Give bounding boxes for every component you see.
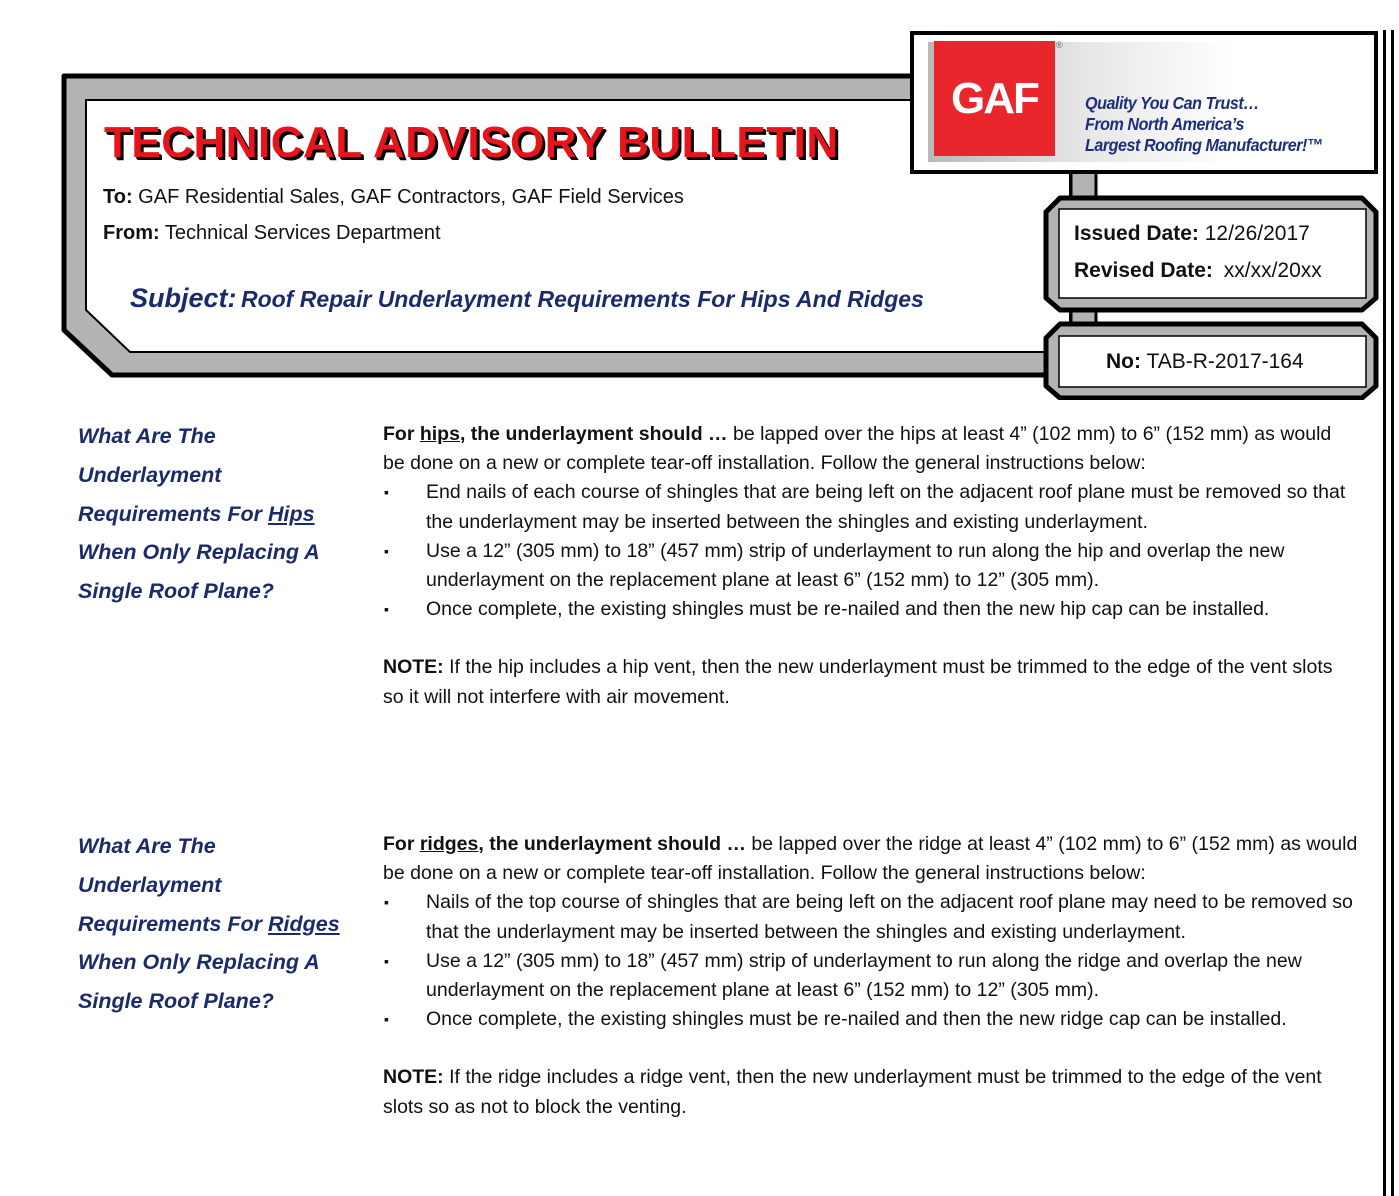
question-line: When Only Replacing A xyxy=(78,950,320,975)
logo-tagline: Quality You Can Trust… From North Americ… xyxy=(1085,93,1323,156)
answer-ridges: For ridges, the underlayment should … be… xyxy=(383,830,1358,1122)
to-label: To: xyxy=(103,186,133,208)
number-value: TAB-R-2017-164 xyxy=(1146,350,1304,373)
revised-date: Revised Date: xx/xx/20xx xyxy=(1074,259,1322,283)
question-line: Underlayment xyxy=(78,872,222,897)
tagline-line-3: Largest Roofing Manufacturer!™ xyxy=(1085,135,1323,155)
number-label: No: xyxy=(1106,350,1141,373)
tagline-line-1: Quality You Can Trust… xyxy=(1085,93,1259,113)
question-line: When Only Replacing A xyxy=(78,540,320,565)
question-line: Underlayment xyxy=(78,462,222,487)
revised-label: Revised Date: xyxy=(1074,259,1213,282)
subject-label: Subject: xyxy=(130,283,237,313)
list-item: ▪ Once complete, the existing shingles mu… xyxy=(383,595,1358,624)
list-item: ▪ Nails of the top course of shingles tha… xyxy=(383,888,1358,946)
bulletin-title: TECHNICAL ADVISORY BULLETIN xyxy=(104,118,839,167)
bullet-icon: ▪ xyxy=(384,952,389,969)
list-item: ▪ End nails of each course of shingles th… xyxy=(383,478,1358,536)
question-line: Single Roof Plane? xyxy=(78,579,274,604)
list-item: ▪ Use a 12” (305 mm) to 18” (457 mm) stri… xyxy=(383,947,1358,1005)
question-ridges: What Are The Underlayment Requirements F… xyxy=(78,827,368,1021)
note-text: If the hip includes a hip vent, then the… xyxy=(383,656,1333,708)
question-line: What Are The xyxy=(78,424,216,448)
intro-keyword: hips xyxy=(419,423,460,445)
question-hips: What Are The Underlayment Requirements F… xyxy=(78,417,368,611)
subject-line: Subject: Roof Repair Underlayment Requir… xyxy=(130,283,924,314)
from-label: From: xyxy=(103,222,160,244)
issued-label: Issued Date: xyxy=(1074,222,1199,245)
intro-bold: For xyxy=(383,423,415,445)
note-text: If the ridge includes a ridge vent, then… xyxy=(383,1066,1322,1118)
to-line: To: GAF Residential Sales, GAF Contracto… xyxy=(103,186,684,209)
intro-bold: , the underlayment should … xyxy=(478,833,746,855)
question-line: What Are The xyxy=(78,834,216,858)
bullet-icon: ▪ xyxy=(384,601,389,618)
bullet-icon: ▪ xyxy=(384,484,389,501)
note-label: NOTE: xyxy=(383,656,444,679)
issued-date: Issued Date: 12/26/2017 xyxy=(1074,222,1310,246)
question-line: Requirements For Hips xyxy=(78,495,368,534)
issued-value: 12/26/2017 xyxy=(1204,222,1310,245)
answer-intro: For hips, the underlayment should … be l… xyxy=(383,420,1358,478)
question-text: Requirements For xyxy=(78,501,262,526)
bulletin-number: No: TAB-R-2017-164 xyxy=(1106,350,1304,374)
list-item-text: Once complete, the existing shingles mus… xyxy=(426,598,1270,621)
revised-value: xx/xx/20xx xyxy=(1223,259,1322,282)
list-item: ▪ Once complete, the existing shingles mu… xyxy=(383,1005,1358,1034)
bullet-icon: ▪ xyxy=(384,894,389,911)
bullet-icon: ▪ xyxy=(384,542,389,559)
gaf-logo-text: GAF xyxy=(951,73,1040,123)
note-label: NOTE: xyxy=(383,1066,444,1089)
intro-bold: For xyxy=(383,833,415,855)
answer-hips: For hips, the underlayment should … be l… xyxy=(383,420,1358,712)
list-item: ▪ Use a 12” (305 mm) to 18” (457 mm) stri… xyxy=(383,537,1358,595)
note: NOTE: If the ridge includes a ridge vent… xyxy=(383,1063,1358,1121)
tagline-line-2: From North America’s xyxy=(1085,114,1245,134)
intro-keyword: ridges xyxy=(419,833,479,855)
note: NOTE: If the hip includes a hip vent, th… xyxy=(383,653,1358,711)
question-keyword: Ridges xyxy=(267,911,340,936)
intro-bold: , the underlayment should … xyxy=(459,423,728,445)
from-value: Technical Services Department xyxy=(164,222,441,244)
list-item-text: Use a 12” (305 mm) to 18” (457 mm) strip… xyxy=(426,949,1302,1002)
question-line: Single Roof Plane? xyxy=(78,989,274,1014)
list-item-text: Nails of the top course of shingles that… xyxy=(426,891,1353,943)
list-item-text: Use a 12” (305 mm) to 18” (457 mm) strip… xyxy=(426,539,1285,592)
list-item-text: End nails of each course of shingles tha… xyxy=(426,481,1346,533)
question-keyword: Hips xyxy=(267,501,315,526)
answer-intro: For ridges, the underlayment should … be… xyxy=(383,830,1358,888)
bullet-icon: ▪ xyxy=(384,1011,389,1028)
to-value: GAF Residential Sales, GAF Contractors, … xyxy=(138,186,684,208)
registered-mark: ® xyxy=(1056,40,1063,50)
subject-value: Roof Repair Underlayment Requirements Fo… xyxy=(240,286,924,312)
list-item-text: Once complete, the existing shingles mus… xyxy=(426,1008,1287,1031)
question-line: Requirements For Ridges xyxy=(78,905,368,944)
question-text: Requirements For xyxy=(78,911,262,936)
gaf-logo: GAF xyxy=(934,41,1055,156)
from-line: From: Technical Services Department xyxy=(103,222,441,245)
